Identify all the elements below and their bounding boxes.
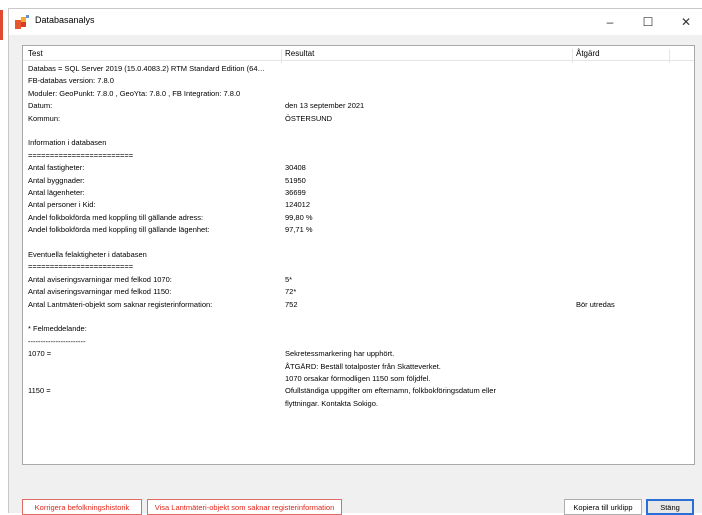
test-cell: Moduler: GeoPunkt: 7.8.0 , GeoYta: 7.8.0…: [28, 88, 241, 98]
column-separator[interactable]: [281, 49, 282, 63]
list-item[interactable]: Eventuella felaktigheter i databasen: [23, 249, 694, 261]
list-item[interactable]: 1070 orsakar förmodligen 1150 som följdf…: [23, 373, 694, 385]
list-item[interactable]: Antal personer i Kid: 124012: [23, 199, 694, 211]
list-item[interactable]: Andel folkbokförda med koppling till gäl…: [23, 212, 694, 224]
list-item[interactable]: ========================: [23, 150, 694, 162]
resultat-cell: 30408: [285, 163, 306, 173]
test-cell: Kommun:: [28, 113, 61, 123]
list-item[interactable]: Moduler: GeoPunkt: 7.8.0 , GeoYta: 7.8.0…: [23, 88, 694, 100]
resultat-cell: 97,71 %: [285, 225, 313, 235]
list-item[interactable]: Databas = SQL Server 2019 (15.0.4083.2) …: [23, 63, 694, 75]
minimize-button[interactable]: –: [591, 9, 629, 35]
resultat-cell: 124012: [285, 200, 311, 210]
resultat-cell: Ofullständiga uppgifter om efternamn, fo…: [285, 386, 496, 396]
test-cell: Antal personer i Kid:: [28, 200, 96, 210]
title-bar: Databasanalys – ☐ ✕: [9, 9, 702, 35]
list-item[interactable]: 1070 = Sekretessmarkering har upphört.: [23, 348, 694, 360]
list-item[interactable]: Antal aviseringsvarningar med felkod 107…: [23, 274, 694, 286]
list-item[interactable]: Andel folkbokförda med koppling till gäl…: [23, 224, 694, 236]
results-list[interactable]: Test Resultat Åtgärd Databas = SQL Serve…: [22, 45, 695, 465]
list-item[interactable]: * Felmeddelande:: [23, 323, 694, 335]
resultat-cell: 36699: [285, 188, 306, 197]
resultat-cell: Sekretessmarkering har upphört.: [285, 349, 395, 359]
list-header: Test Resultat Åtgärd: [23, 46, 694, 63]
list-item[interactable]: Antal Lantmäteri-objekt som saknar regis…: [23, 299, 694, 311]
test-cell: ========================: [28, 150, 134, 160]
resultat-cell: ÅTGÄRD: Beställ totalposter från Skattev…: [285, 361, 441, 371]
resultat-cell: 99,80 %: [285, 212, 313, 222]
test-cell: Eventuella felaktigheter i databasen: [28, 250, 147, 259]
test-cell: Information i databasen: [28, 138, 107, 148]
test-cell: FB-databas version: 7.8.0: [28, 76, 114, 86]
test-cell: Databas = SQL Server 2019 (15.0.4083.2) …: [28, 64, 266, 73]
list-item[interactable]: 1150 = Ofullständiga uppgifter om efterna…: [23, 385, 694, 397]
list-item[interactable]: Datum: den 13 september 2021: [23, 100, 694, 112]
list-item[interactable]: ÅTGÄRD: Beställ totalposter från Skattev…: [23, 361, 694, 373]
column-separator[interactable]: [669, 49, 670, 63]
list-item[interactable]: [23, 311, 694, 323]
databasanalys-window: Databasanalys – ☐ ✕ Test Resultat Åtgärd…: [8, 8, 702, 515]
column-header-test[interactable]: Test: [28, 49, 43, 58]
test-cell: -----------------------: [28, 336, 86, 346]
resultat-cell: 5*: [285, 274, 293, 284]
test-cell: ========================: [28, 262, 134, 272]
app-icon: [15, 15, 29, 29]
close-button[interactable]: ✕: [667, 9, 702, 35]
test-cell: Datum:: [28, 101, 53, 111]
list-item[interactable]: [23, 125, 694, 137]
window-title: Databasanalys: [35, 15, 95, 25]
resultat-cell: den 13 september 2021: [285, 101, 365, 111]
list-item[interactable]: Kommun: ÖSTERSUND: [23, 113, 694, 125]
resultat-cell: 1070 orsakar förmodligen 1150 som följdf…: [285, 374, 431, 383]
resultat-cell: flyttningar. Kontakta Sokigo.: [285, 398, 378, 408]
list-item[interactable]: FB-databas version: 7.8.0: [23, 75, 694, 87]
list-item[interactable]: Antal byggnader: 51950: [23, 175, 694, 187]
atgard-cell: Bör utredas: [576, 299, 615, 309]
test-cell: Andel folkbokförda med koppling till gäl…: [28, 212, 204, 222]
list-item[interactable]: Antal lägenheter: 36699: [23, 187, 694, 199]
resultat-cell: 51950: [285, 175, 306, 185]
test-cell: Antal aviseringsvarningar med felkod 107…: [28, 274, 172, 284]
test-cell: Antal fastigheter:: [28, 163, 85, 173]
column-header-resultat[interactable]: Resultat: [285, 49, 314, 58]
list-item[interactable]: flyttningar. Kontakta Sokigo.: [23, 398, 694, 410]
resultat-cell: 752: [285, 299, 298, 309]
column-header-atgard[interactable]: Åtgärd: [576, 49, 600, 58]
maximize-button[interactable]: ☐: [629, 9, 667, 35]
resultat-cell: 72*: [285, 287, 297, 297]
list-item[interactable]: Information i databasen: [23, 137, 694, 149]
test-cell: Antal lägenheter:: [28, 188, 85, 197]
test-cell: Antal byggnader:: [28, 175, 85, 185]
test-cell: 1070 =: [28, 349, 52, 359]
test-cell: Andel folkbokförda med koppling till gäl…: [28, 225, 210, 235]
test-cell: Antal Lantmäteri-objekt som saknar regis…: [28, 299, 213, 309]
list-item[interactable]: Antal aviseringsvarningar med felkod 115…: [23, 286, 694, 298]
test-cell: Antal aviseringsvarningar med felkod 115…: [28, 287, 172, 297]
resultat-cell: ÖSTERSUND: [285, 113, 333, 123]
list-item[interactable]: [23, 237, 694, 249]
list-item[interactable]: ========================: [23, 261, 694, 273]
background-window-edge: [0, 10, 3, 40]
test-cell: 1150 =: [28, 386, 51, 396]
column-separator[interactable]: [572, 49, 573, 63]
test-cell: * Felmeddelande:: [28, 324, 87, 334]
list-item[interactable]: Antal fastigheter: 30408: [23, 162, 694, 174]
list-item[interactable]: -----------------------: [23, 336, 694, 348]
